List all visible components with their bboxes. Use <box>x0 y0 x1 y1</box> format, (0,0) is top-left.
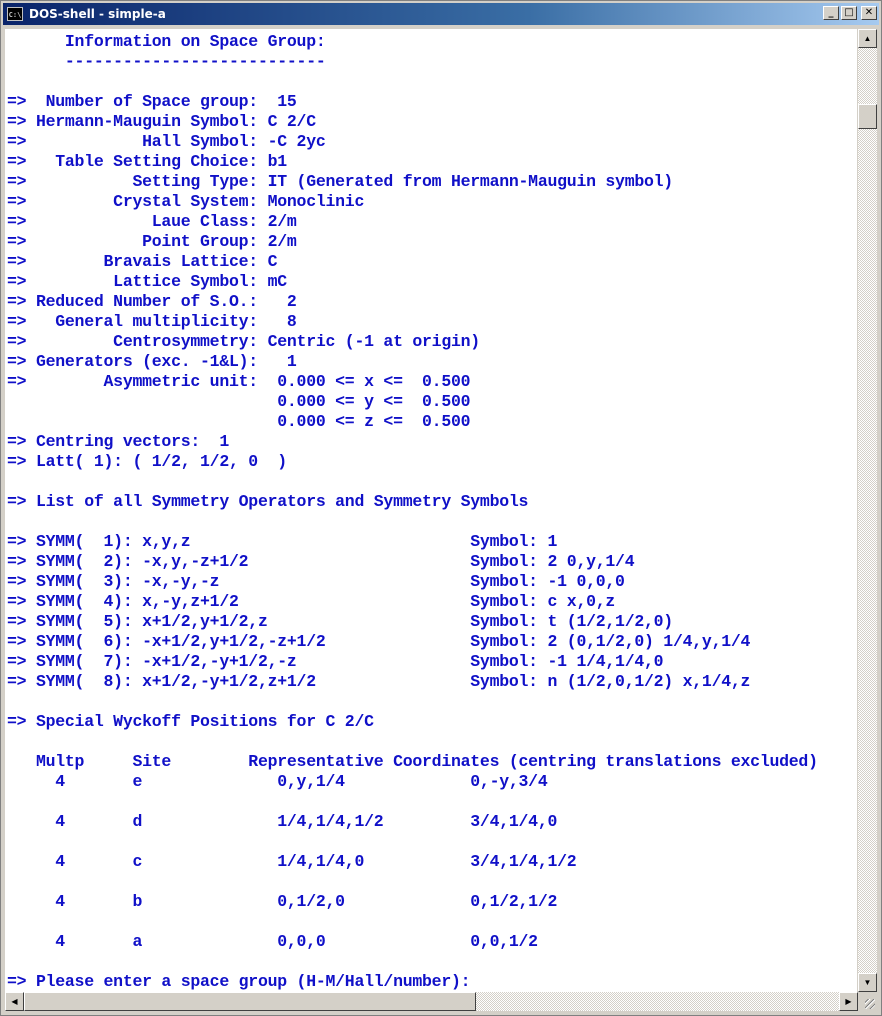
console-line: Information on Space Group: <box>7 32 326 51</box>
scroll-right-button[interactable]: ▶ <box>839 992 858 1011</box>
console-line: => Number of Space group: 15 <box>7 92 297 111</box>
console-line: 0.000 <= z <= 0.500 <box>7 412 471 431</box>
scroll-down-button[interactable]: ▼ <box>858 973 877 992</box>
console-line: => Point Group: 2/m <box>7 232 297 251</box>
console-line: 4 c 1/4,1/4,0 3/4,1/4,1/2 <box>7 852 577 871</box>
terminal-text: Information on Space Group: ------------… <box>7 32 818 992</box>
console-line: => SYMM( 2): -x,y,-z+1/2 Symbol: 2 0,y,1… <box>7 552 635 571</box>
console-line: => Asymmetric unit: 0.000 <= x <= 0.500 <box>7 372 471 391</box>
console-line: => Generators (exc. -1&L): 1 <box>7 352 297 371</box>
console-line: => Table Setting Choice: b1 <box>7 152 287 171</box>
title-bar[interactable]: C:\ DOS-shell - simple-a _ □ ✕ <box>3 3 879 25</box>
horizontal-scroll-thumb[interactable] <box>24 992 476 1011</box>
console-line: => SYMM( 6): -x+1/2,y+1/2,-z+1/2 Symbol:… <box>7 632 751 651</box>
console-line: => General multiplicity: 8 <box>7 312 297 331</box>
console-line: => SYMM( 5): x+1/2,y+1/2,z Symbol: t (1/… <box>7 612 673 631</box>
console-line: => SYMM( 7): -x+1/2,-y+1/2,-z Symbol: -1… <box>7 652 664 671</box>
console-line: => SYMM( 3): -x,-y,-z Symbol: -1 0,0,0 <box>7 572 625 591</box>
minimize-button[interactable]: _ <box>823 6 839 20</box>
scroll-left-button[interactable]: ◀ <box>5 992 24 1011</box>
console-line: => Bravais Lattice: C <box>7 252 278 271</box>
console-output[interactable]: Information on Space Group: ------------… <box>5 29 857 992</box>
console-line: => Laue Class: 2/m <box>7 212 297 231</box>
console-line: => Hermann-Mauguin Symbol: C 2/C <box>7 112 316 131</box>
console-line: => Hall Symbol: -C 2yc <box>7 132 326 151</box>
window-title: DOS-shell - simple-a <box>29 7 166 21</box>
resize-grip[interactable] <box>858 992 877 1011</box>
console-line: => Crystal System: Monoclinic <box>7 192 365 211</box>
console-line: 4 a 0,0,0 0,0,1/2 <box>7 932 538 951</box>
console-line: => SYMM( 8): x+1/2,-y+1/2,z+1/2 Symbol: … <box>7 672 751 691</box>
console-line: 4 e 0,y,1/4 0,-y,3/4 <box>7 772 548 791</box>
console-line: => Centring vectors: 1 <box>7 432 229 451</box>
vertical-scroll-thumb[interactable] <box>858 104 877 129</box>
console-line: => Special Wyckoff Positions for C 2/C <box>7 712 374 731</box>
console-line: => Centrosymmetry: Centric (-1 at origin… <box>7 332 480 351</box>
console-app-icon[interactable]: C:\ <box>7 7 23 21</box>
vertical-scrollbar[interactable]: ▲ ▼ <box>858 29 877 992</box>
close-button[interactable]: ✕ <box>861 6 877 20</box>
console-line: 0.000 <= y <= 0.500 <box>7 392 471 411</box>
console-line: => SYMM( 4): x,-y,z+1/2 Symbol: c x,0,z <box>7 592 616 611</box>
console-line: Multp Site Representative Coordinates (c… <box>7 752 818 771</box>
console-line: 4 b 0,1/2,0 0,1/2,1/2 <box>7 892 558 911</box>
dos-shell-window: C:\ DOS-shell - simple-a _ □ ✕ Informati… <box>0 0 882 1016</box>
console-line: => Setting Type: IT (Generated from Herm… <box>7 172 673 191</box>
console-line: --------------------------- <box>7 52 326 71</box>
console-line: => Lattice Symbol: mC <box>7 272 287 291</box>
maximize-button[interactable]: □ <box>841 6 857 20</box>
console-line: => Reduced Number of S.O.: 2 <box>7 292 297 311</box>
console-line: => Latt( 1): ( 1/2, 1/2, 0 ) <box>7 452 287 471</box>
console-line: => SYMM( 1): x,y,z Symbol: 1 <box>7 532 558 551</box>
console-line: 4 d 1/4,1/4,1/2 3/4,1/4,0 <box>7 812 558 831</box>
scroll-up-button[interactable]: ▲ <box>858 29 877 48</box>
horizontal-scrollbar[interactable]: ◀ ▶ <box>5 992 858 1011</box>
console-line: => List of all Symmetry Operators and Sy… <box>7 492 529 511</box>
console-line: => Please enter a space group (H-M/Hall/… <box>7 972 480 991</box>
